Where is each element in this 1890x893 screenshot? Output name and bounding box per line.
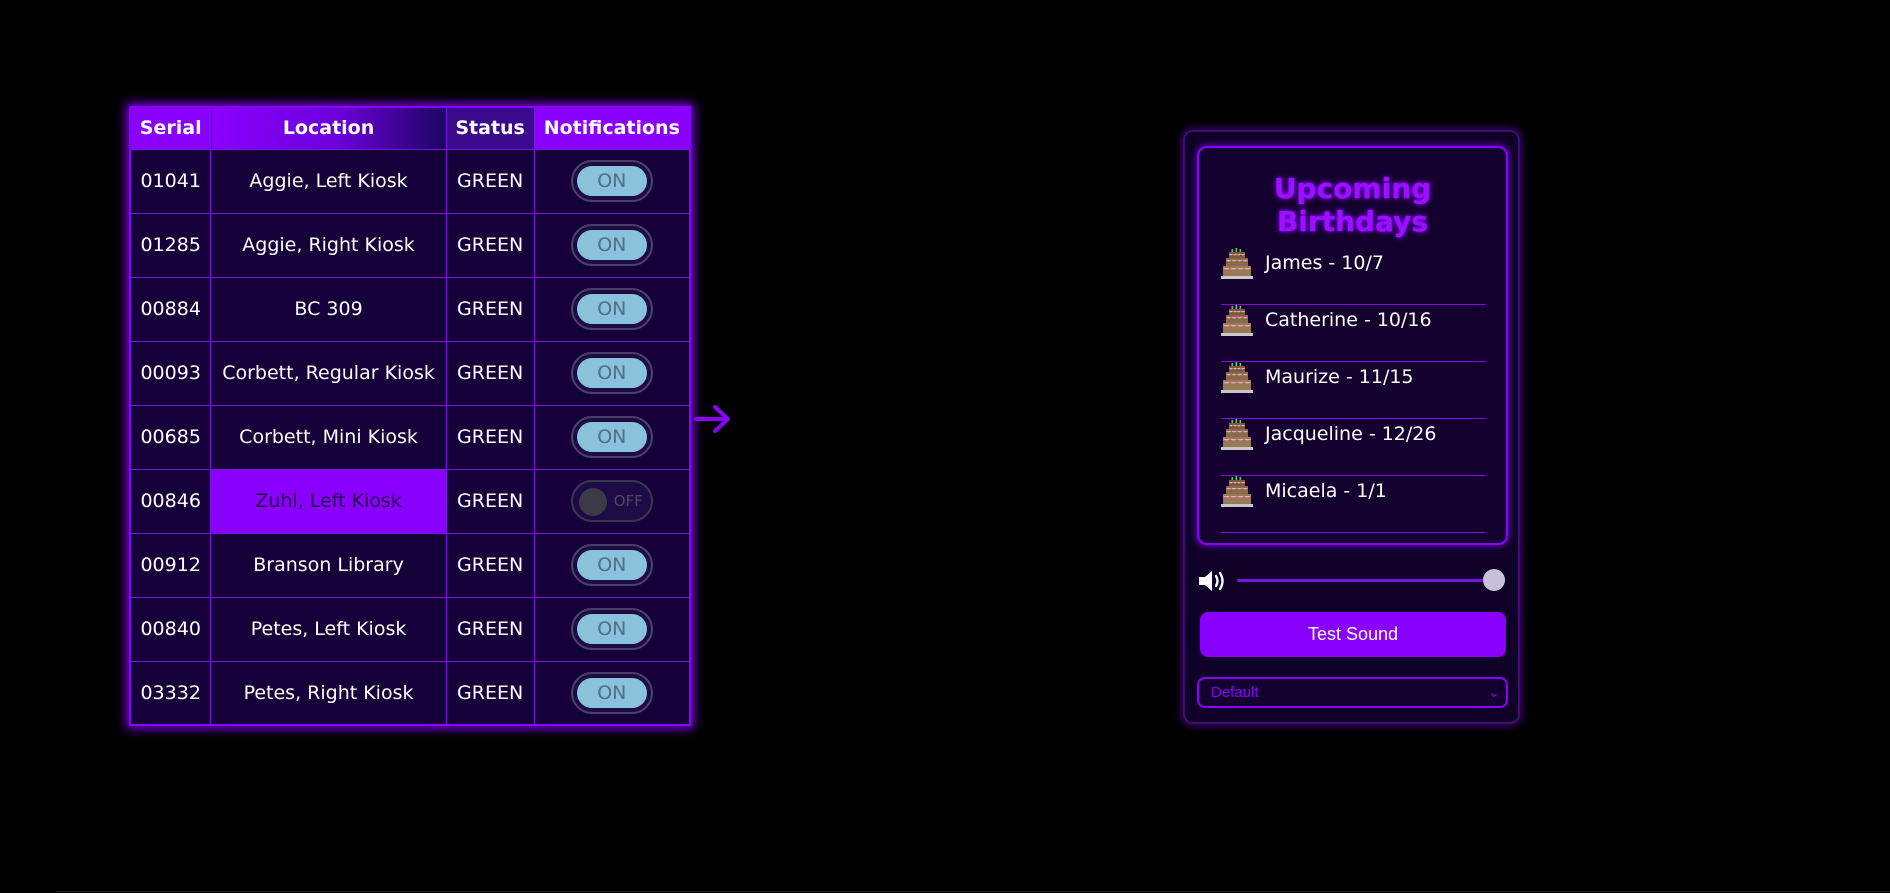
cell-serial: 00884 — [129, 276, 212, 342]
cell-status: GREEN — [445, 148, 535, 214]
notification-toggle[interactable]: ON — [570, 544, 653, 586]
cell-notifications: ON — [533, 276, 691, 342]
cell-status: GREEN — [445, 340, 535, 406]
cell-status: GREEN — [445, 660, 535, 726]
header-location[interactable]: Location — [210, 106, 447, 150]
cell-location[interactable]: Aggie, Left Kiosk — [210, 148, 447, 214]
toggle-label: ON — [576, 422, 647, 452]
toggle-label: ON — [576, 677, 647, 708]
cell-location[interactable]: Corbett, Regular Kiosk — [210, 340, 447, 406]
birthday-item: Catherine - 10/16 — [1221, 305, 1485, 362]
notification-toggle[interactable]: OFF — [570, 480, 653, 522]
cake-icon — [1221, 304, 1253, 338]
cell-status: GREEN — [445, 596, 535, 662]
cell-serial: 00685 — [129, 404, 212, 470]
bottom-divider — [56, 891, 1890, 892]
sound-select[interactable]: Default ⌄ — [1197, 677, 1508, 708]
birthday-title: Upcoming Birthdays — [1273, 172, 1432, 238]
toggle-label: ON — [576, 358, 647, 388]
header-notifications[interactable]: Notifications — [533, 106, 691, 150]
header-serial[interactable]: Serial — [129, 106, 212, 150]
table-row: 00840 Petes, Left Kiosk GREEN ON — [129, 596, 691, 662]
cell-serial: 00912 — [129, 532, 212, 598]
cell-status: GREEN — [445, 468, 535, 534]
cell-notifications: ON — [533, 596, 691, 662]
birthday-text: Jacqueline - 12/26 — [1265, 423, 1437, 445]
birthday-text: Maurize - 11/15 — [1265, 366, 1414, 388]
volume-slider-thumb[interactable] — [1483, 569, 1505, 591]
cake-icon — [1221, 418, 1253, 452]
toggle-label: ON — [576, 166, 647, 196]
birthday-box: Upcoming Birthdays James - 10/7 Catherine… — [1197, 146, 1508, 545]
table-row: 01285 Aggie, Right Kiosk GREEN ON — [129, 212, 691, 278]
cell-location[interactable]: BC 309 — [210, 276, 447, 342]
cell-notifications: OFF — [533, 468, 691, 534]
notification-toggle[interactable]: ON — [570, 160, 653, 202]
toggle-knob — [578, 488, 607, 516]
cell-serial: 03332 — [129, 660, 212, 726]
table-header-row: Serial Location Status Notifications — [129, 106, 691, 150]
cell-serial: 00840 — [129, 596, 212, 662]
cell-location[interactable]: Petes, Left Kiosk — [210, 596, 447, 662]
chevron-down-icon: ⌄ — [1488, 684, 1500, 700]
header-status[interactable]: Status — [445, 106, 535, 150]
table-row: 01041 Aggie, Left Kiosk GREEN ON — [129, 148, 691, 214]
cell-location[interactable]: Branson Library — [210, 532, 447, 598]
cell-serial: 00846 — [129, 468, 212, 534]
cell-location[interactable]: Petes, Right Kiosk — [210, 660, 447, 726]
cell-notifications: ON — [533, 532, 691, 598]
cell-status: GREEN — [445, 532, 535, 598]
kiosk-table: Serial Location Status Notifications 010… — [129, 106, 691, 726]
cell-serial: 01285 — [129, 212, 212, 278]
table-row: 00884 BC 309 GREEN ON — [129, 276, 691, 342]
toggle-label: ON — [576, 230, 647, 260]
cell-status: GREEN — [445, 276, 535, 342]
notification-toggle[interactable]: ON — [570, 352, 653, 394]
toggle-label: ON — [576, 550, 647, 580]
notification-toggle[interactable]: ON — [570, 671, 653, 714]
cell-notifications: ON — [533, 660, 691, 726]
notification-toggle[interactable]: ON — [570, 608, 653, 650]
cell-notifications: ON — [533, 148, 691, 214]
sound-select-value: Default — [1211, 684, 1259, 701]
cell-notifications: ON — [533, 212, 691, 278]
cell-location[interactable]: Zuhl, Left Kiosk — [210, 468, 447, 534]
cell-status: GREEN — [445, 404, 535, 470]
birthday-item: Jacqueline - 12/26 — [1221, 419, 1485, 476]
cell-notifications: ON — [533, 404, 691, 470]
birthday-text: James - 10/7 — [1265, 252, 1384, 274]
notification-toggle[interactable]: ON — [570, 288, 653, 330]
table-row: 00846 Zuhl, Left Kiosk GREEN OFF — [129, 468, 691, 534]
toggle-label: ON — [576, 614, 647, 644]
cell-serial: 00093 — [129, 340, 212, 406]
birthday-panel: Upcoming Birthdays James - 10/7 Catherine… — [1183, 130, 1520, 724]
notification-toggle[interactable]: ON — [570, 224, 653, 266]
cell-location[interactable]: Aggie, Right Kiosk — [210, 212, 447, 278]
birthday-item: Micaela - 1/1 — [1221, 476, 1485, 533]
cell-serial: 01041 — [129, 148, 212, 214]
arrow-right-icon[interactable] — [693, 402, 733, 436]
notification-toggle[interactable]: ON — [570, 416, 653, 458]
speaker-icon[interactable] — [1197, 568, 1229, 594]
toggle-label: ON — [576, 294, 647, 324]
table-row: 03332 Petes, Right Kiosk GREEN ON — [129, 660, 691, 726]
birthday-text: Catherine - 10/16 — [1265, 309, 1432, 331]
cake-icon — [1221, 361, 1253, 395]
table-row: 00685 Corbett, Mini Kiosk GREEN ON — [129, 404, 691, 470]
cell-location[interactable]: Corbett, Mini Kiosk — [210, 404, 447, 470]
birthday-item: James - 10/7 — [1221, 248, 1485, 305]
birthday-item: Maurize - 11/15 — [1221, 362, 1485, 419]
table-row: 00093 Corbett, Regular Kiosk GREEN ON — [129, 340, 691, 406]
birthday-text: Micaela - 1/1 — [1265, 480, 1387, 502]
cake-icon — [1221, 247, 1253, 281]
volume-slider-track[interactable] — [1237, 579, 1495, 582]
cake-icon — [1221, 475, 1253, 509]
birthday-list: James - 10/7 Catherine - 10/16 Maurize - 1… — [1221, 248, 1485, 533]
cell-status: GREEN — [445, 212, 535, 278]
toggle-label: OFF — [613, 492, 643, 510]
table-row: 00912 Branson Library GREEN ON — [129, 532, 691, 598]
cell-notifications: ON — [533, 340, 691, 406]
test-sound-button[interactable]: Test Sound — [1200, 612, 1506, 657]
